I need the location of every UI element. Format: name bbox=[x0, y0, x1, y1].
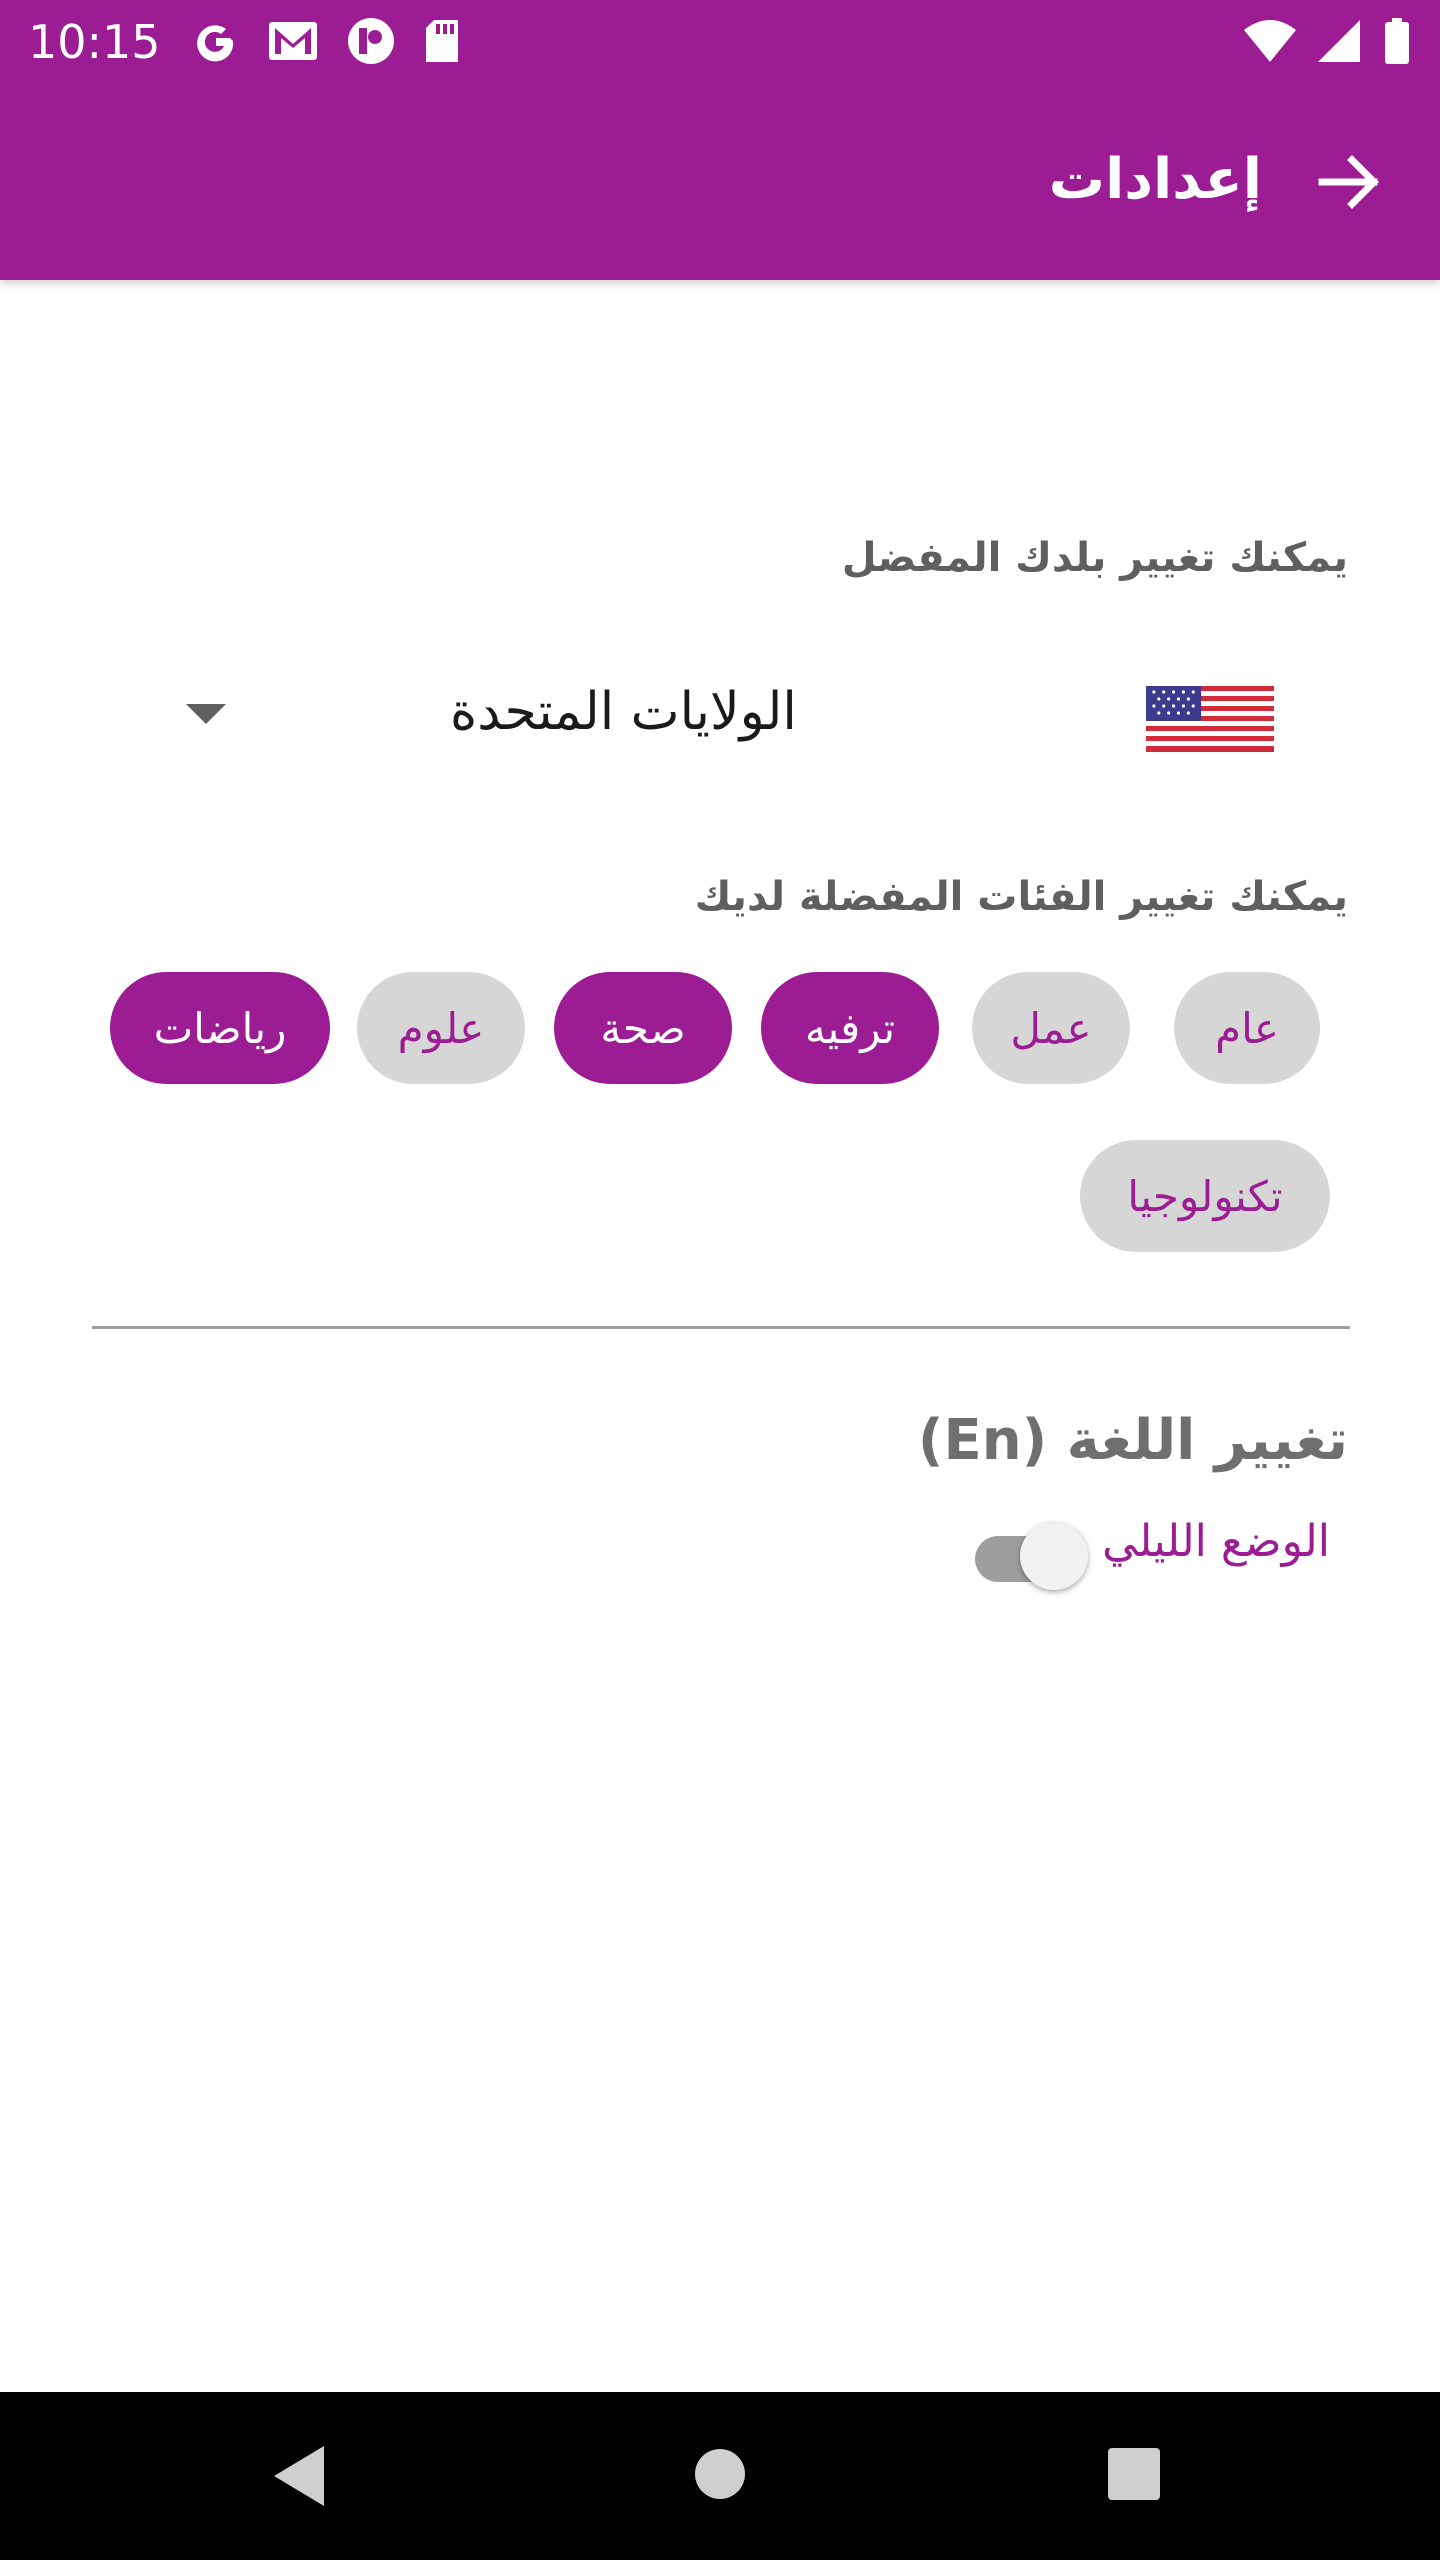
gmail-icon bbox=[269, 22, 317, 60]
section-divider bbox=[92, 1326, 1350, 1329]
chip-technology[interactable]: تكنولوجيا bbox=[1080, 1140, 1330, 1252]
arrow-right-icon[interactable] bbox=[1312, 144, 1388, 220]
status-time: 10:15 bbox=[28, 15, 161, 69]
chip-label: تكنولوجيا bbox=[1127, 1171, 1283, 1221]
status-notification-icons bbox=[190, 16, 462, 66]
selected-country: الولايات المتحدة bbox=[450, 682, 797, 742]
country-dropdown[interactable]: الولايات المتحدة bbox=[150, 668, 1290, 768]
chip-label: عام bbox=[1215, 1003, 1279, 1053]
switch-thumb bbox=[1020, 1522, 1088, 1590]
country-label: يمكنك تغيير بلدك المفضل bbox=[841, 535, 1348, 581]
home-circle-icon[interactable] bbox=[694, 2448, 746, 2500]
google-icon bbox=[197, 25, 234, 62]
status-system-icons bbox=[1242, 16, 1412, 66]
system-navigation-bar bbox=[0, 2392, 1440, 2560]
wifi-icon bbox=[1244, 20, 1296, 62]
categories-label: يمكنك تغيير الفئات المفضلة لديك bbox=[694, 874, 1348, 920]
chip-science[interactable]: علوم bbox=[357, 972, 525, 1084]
chip-label: ترفيه bbox=[804, 1003, 896, 1053]
app-icon bbox=[348, 18, 394, 64]
chip-entertainment[interactable]: ترفيه bbox=[761, 972, 939, 1084]
chip-label: عمل bbox=[1010, 1003, 1092, 1053]
chip-business[interactable]: عمل bbox=[972, 972, 1130, 1084]
chip-general[interactable]: عام bbox=[1174, 972, 1320, 1084]
battery-icon bbox=[1385, 18, 1409, 64]
signal-icon bbox=[1318, 20, 1360, 62]
chip-health[interactable]: صحة bbox=[554, 972, 732, 1084]
status-bar: 10:15 bbox=[0, 0, 1440, 84]
change-language-button[interactable]: تغيير اللغة (En) bbox=[918, 1408, 1348, 1473]
chip-label: علوم bbox=[397, 1003, 485, 1053]
page-title: إعدادات bbox=[1048, 147, 1262, 212]
sdcard-icon bbox=[426, 20, 458, 62]
chip-sports[interactable]: رياضات bbox=[110, 972, 330, 1084]
back-triangle-icon[interactable] bbox=[272, 2444, 328, 2508]
night-mode-label: الوضع الليلي bbox=[1102, 1516, 1330, 1567]
chip-label: رياضات bbox=[153, 1003, 287, 1053]
chip-label: صحة bbox=[600, 1003, 686, 1053]
app-bar: إعدادات bbox=[0, 84, 1440, 280]
night-mode-row: الوضع الليلي bbox=[970, 1512, 1330, 1592]
dropdown-arrow-icon bbox=[186, 704, 226, 724]
us-flag-icon bbox=[1146, 686, 1274, 752]
recents-square-icon[interactable] bbox=[1108, 2448, 1160, 2500]
